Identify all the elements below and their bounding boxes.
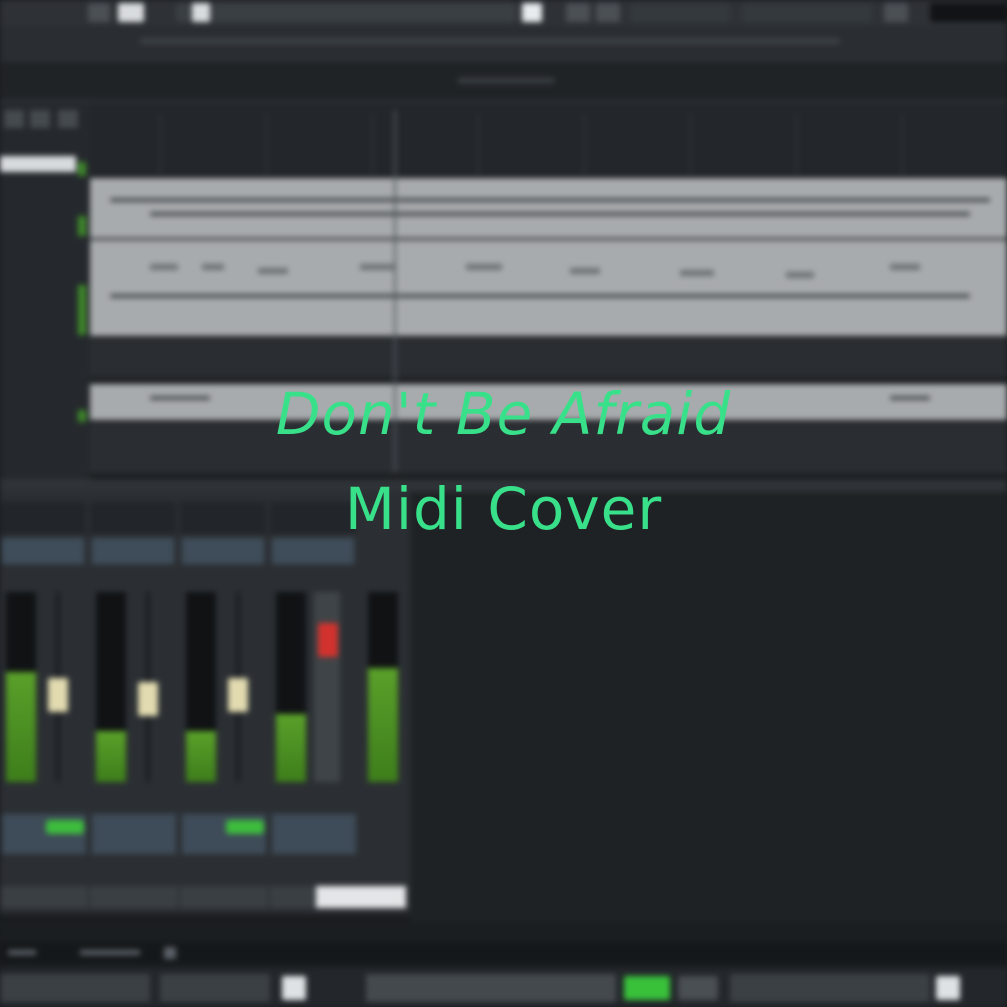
mixer-channel-strip xyxy=(0,492,88,914)
volume-fader[interactable] xyxy=(228,677,248,712)
quantize-select[interactable] xyxy=(742,3,872,22)
mixer-channel-strip xyxy=(180,492,268,914)
monitor-toggle[interactable] xyxy=(46,820,84,834)
channel-name[interactable] xyxy=(180,886,268,908)
selected-track-name[interactable] xyxy=(0,156,76,172)
main-toolbar xyxy=(0,0,1007,27)
toolbar-field[interactable] xyxy=(930,3,1007,22)
project-title-blur xyxy=(458,78,554,83)
midi-part-track-1[interactable] xyxy=(90,178,1007,238)
daw-screenshot: Don't Be Afraid Midi Cover xyxy=(0,0,1007,1007)
info-line xyxy=(0,26,1007,62)
level-meter xyxy=(368,592,398,782)
channel-name[interactable] xyxy=(90,886,178,908)
track-tool-button[interactable] xyxy=(30,110,50,128)
lower-zone-empty xyxy=(410,492,1007,922)
locator-display[interactable] xyxy=(0,974,150,1002)
grid-select[interactable] xyxy=(630,3,730,22)
overlay-title-line1: Don't Be Afraid xyxy=(275,380,732,448)
tab-editor[interactable] xyxy=(80,950,140,955)
track-activity-indicator xyxy=(78,285,86,335)
project-title-bar xyxy=(0,62,1007,102)
settings-icon[interactable] xyxy=(164,947,176,959)
snap-button[interactable] xyxy=(566,3,590,22)
quantize-button[interactable] xyxy=(596,3,620,22)
transport-controls xyxy=(366,974,616,1002)
level-meter xyxy=(276,592,306,782)
tab-mixconsole[interactable] xyxy=(8,950,36,955)
level-meter xyxy=(6,592,36,782)
overlay-title-line2: Midi Cover xyxy=(344,475,663,543)
monitor-toggle[interactable] xyxy=(226,820,264,834)
track-tool-button[interactable] xyxy=(4,110,24,128)
channel-name[interactable] xyxy=(0,886,88,908)
toolbar-button-active[interactable] xyxy=(118,3,144,22)
loop-icon[interactable] xyxy=(282,976,306,1000)
meter-fill xyxy=(368,668,398,782)
meter-fill xyxy=(186,730,216,782)
transport-bar xyxy=(0,968,1007,1007)
mixer-output-strip xyxy=(316,492,410,914)
volume-fader[interactable] xyxy=(48,677,68,712)
time-display[interactable] xyxy=(730,974,930,1002)
position-display[interactable] xyxy=(160,974,270,1002)
lower-zone-tabs xyxy=(0,942,1007,964)
metronome-icon[interactable] xyxy=(936,976,960,1000)
meter-fill xyxy=(96,730,126,782)
volume-fader[interactable] xyxy=(138,682,158,717)
record-icon[interactable] xyxy=(678,976,718,1000)
info-line-fields xyxy=(140,38,840,44)
track-activity-indicator xyxy=(78,216,86,236)
bottom-area xyxy=(0,922,1007,1007)
toolbar-button[interactable] xyxy=(884,3,908,22)
track-activity-indicator xyxy=(78,162,86,176)
output-channel-name[interactable] xyxy=(316,886,406,908)
meter-fill xyxy=(6,671,36,782)
level-meter xyxy=(96,592,126,782)
timeline-ruler[interactable] xyxy=(90,102,1007,176)
meter-fill xyxy=(276,713,306,782)
channel-routing[interactable] xyxy=(92,814,176,854)
tool-buttons-group[interactable] xyxy=(176,3,516,22)
play-icon[interactable] xyxy=(624,976,670,1000)
mixer-channel-strip xyxy=(90,492,178,914)
level-meter xyxy=(186,592,216,782)
toolbar-button[interactable] xyxy=(88,3,110,22)
empty-track[interactable] xyxy=(90,338,1007,378)
tool-dropdown-button[interactable] xyxy=(522,3,542,22)
mixer-panel xyxy=(0,492,410,914)
selected-tool-button[interactable] xyxy=(192,3,210,22)
track-tool-button[interactable] xyxy=(58,110,78,128)
midi-part-track-2[interactable] xyxy=(90,240,1007,336)
